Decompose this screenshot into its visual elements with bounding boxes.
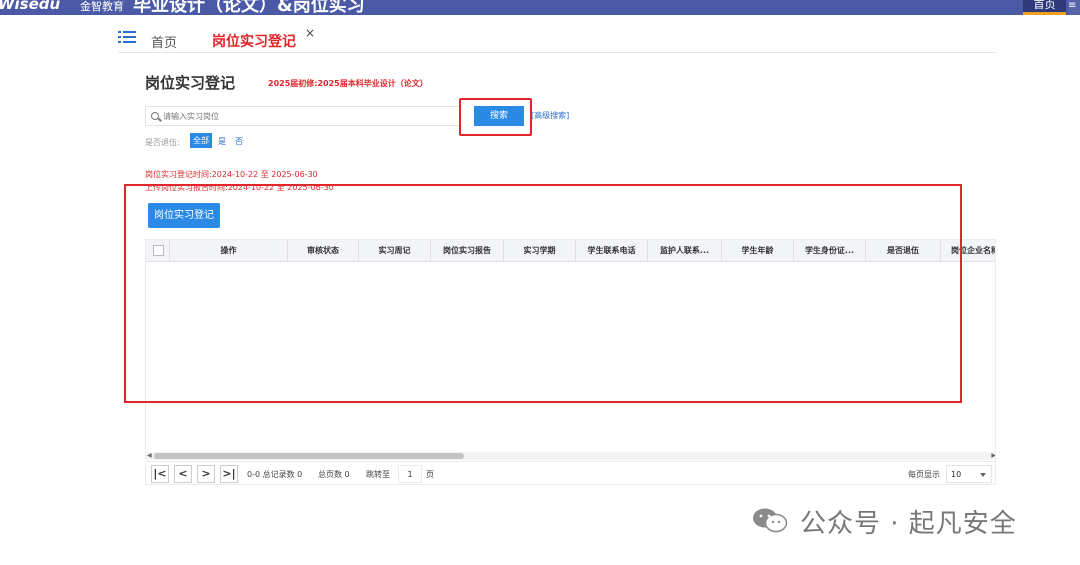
record-count: 0-0 总记录数 0 xyxy=(247,470,303,479)
first-page-button[interactable]: |< xyxy=(151,465,169,483)
logo-subtitle: 金智教育 xyxy=(80,0,124,13)
page-unit-label: 页 xyxy=(426,470,434,479)
highlight-box-search xyxy=(459,98,532,136)
tab-home[interactable]: 首页 xyxy=(151,32,177,51)
veteran-filter-label: 是否退伍: xyxy=(145,138,180,147)
filter-all-button[interactable]: 全部 xyxy=(190,133,212,148)
filter-no-option[interactable]: 否 xyxy=(235,136,243,147)
search-icon xyxy=(151,112,159,120)
highlight-box-table xyxy=(124,184,962,403)
scroll-right-arrow-icon[interactable]: ▶ xyxy=(991,452,995,459)
top-menu-icon[interactable]: ≡ xyxy=(1068,0,1080,15)
search-input[interactable] xyxy=(163,108,453,124)
prev-page-button[interactable]: < xyxy=(174,465,192,483)
chevron-down-icon xyxy=(980,473,986,477)
next-page-button[interactable]: > xyxy=(197,465,215,483)
register-period-text: 岗位实习登记时间:2024-10-22 至 2025-06-30 xyxy=(145,170,318,179)
horizontal-scrollbar[interactable]: ◀ ▶ xyxy=(146,452,995,460)
page-title: 岗位实习登记 xyxy=(145,74,236,92)
tab-close-icon[interactable]: × xyxy=(305,26,315,40)
search-box xyxy=(145,106,460,126)
scrollbar-thumb[interactable] xyxy=(154,453,464,459)
per-page-value: 10 xyxy=(951,470,962,479)
tab-bar: 首页 岗位实习登记 × xyxy=(118,26,996,53)
advanced-search-link[interactable]: [高级搜索] xyxy=(531,110,569,121)
wisedu-logo: Wisedu xyxy=(0,0,61,13)
page-count: 总页数 0 xyxy=(318,470,350,479)
pagination-bar: |< < > >| 0-0 总记录数 0 总页数 0 跳转至 1 页 每页显示 … xyxy=(146,461,995,484)
jump-label: 跳转至 xyxy=(366,470,390,479)
menu-list-icon[interactable] xyxy=(118,30,136,44)
filter-yes-option[interactable]: 是 xyxy=(218,136,226,147)
per-page-select[interactable]: 10 xyxy=(946,465,992,483)
watermark-text: 公众号 · 起凡安全 xyxy=(800,509,1017,539)
last-page-button[interactable]: >| xyxy=(220,465,238,483)
app-title: 毕业设计（论文）&岗位实习 xyxy=(133,0,365,15)
scroll-left-arrow-icon[interactable]: ◀ xyxy=(147,452,152,459)
wechat-icon xyxy=(753,508,788,533)
top-bar: Wisedu 金智教育 毕业设计（论文）&岗位实习 首页 ≡ xyxy=(0,0,1080,15)
top-home-button[interactable]: 首页 xyxy=(1023,0,1066,15)
per-page-label: 每页显示 xyxy=(908,470,940,479)
batch-label: 2025届初修:2025届本科毕业设计（论文） xyxy=(268,79,428,88)
page-number-input[interactable]: 1 xyxy=(398,465,422,483)
tab-internship-registration[interactable]: 岗位实习登记 xyxy=(212,31,296,51)
